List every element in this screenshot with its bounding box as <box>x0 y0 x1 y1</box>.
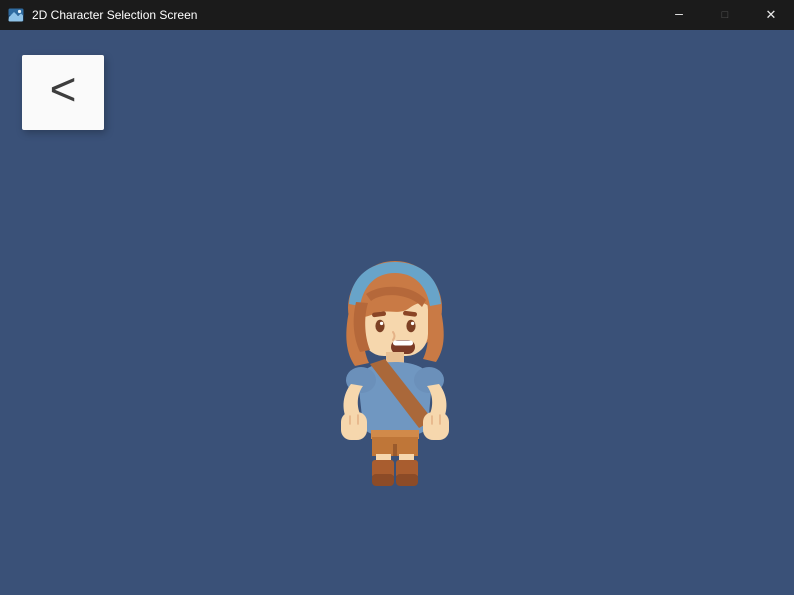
character-shorts <box>371 430 419 456</box>
back-button[interactable]: < <box>22 55 104 130</box>
window-title: 2D Character Selection Screen <box>32 8 198 22</box>
character-sprite[interactable] <box>320 256 470 492</box>
maximize-button[interactable]: □ <box>702 0 748 30</box>
window-controls: – □ ✕ <box>656 0 794 30</box>
app-icon <box>8 7 24 23</box>
minimize-button[interactable]: – <box>656 0 702 30</box>
character-boots <box>372 460 418 486</box>
character-selection-screen: < <box>0 30 794 595</box>
app-window: 2D Character Selection Screen – □ ✕ < <box>0 0 794 595</box>
close-button[interactable]: ✕ <box>748 0 794 30</box>
character-mouth <box>391 340 415 354</box>
titlebar: 2D Character Selection Screen – □ ✕ <box>0 0 794 30</box>
